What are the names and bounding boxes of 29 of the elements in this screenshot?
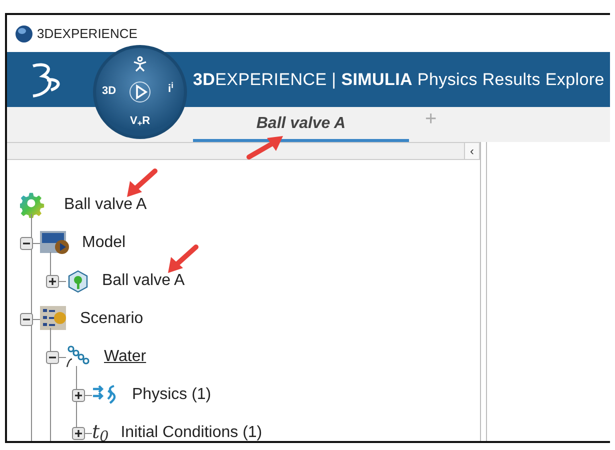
model-icon [40, 230, 70, 256]
compass-label: V$_{+}$R [130, 116, 150, 127]
collapse-toggle[interactable] [20, 236, 33, 250]
expand-toggle[interactable] [46, 274, 59, 288]
tree-item[interactable]: Water [104, 345, 146, 369]
window-title: 3DEXPERIENCE [37, 24, 138, 43]
tree-item[interactable]: Physics (1) [132, 383, 212, 407]
chain-icon [66, 345, 92, 369]
compass-label: i$^{i}$ [168, 84, 174, 95]
expand-toggle[interactable] [72, 388, 85, 402]
compass-control[interactable]: 3D i$^{i}$ V$_{+}$R [93, 45, 187, 139]
compass-label: 3D [102, 86, 116, 97]
gear-icon [20, 192, 46, 218]
workflow-icon [40, 306, 68, 332]
cube-icon [66, 269, 90, 293]
tree-item[interactable]: Scenario [80, 307, 144, 331]
globe-icon [15, 24, 33, 42]
expand-toggle[interactable] [72, 426, 85, 440]
tree-item[interactable]: Ball valve A [102, 269, 185, 293]
play-icon [129, 81, 151, 103]
collapse-panel-button[interactable]: ‹ [464, 143, 479, 159]
time-icon: t$_{0}$ [92, 420, 109, 441]
collapse-toggle[interactable] [46, 350, 59, 364]
tree-item[interactable]: Model [82, 231, 126, 255]
collapse-toggle[interactable] [20, 312, 33, 326]
tree-item[interactable]: Ball valve A [64, 193, 147, 217]
tree-item[interactable]: Initial Conditions (1) [120, 421, 262, 441]
app-title: 3DEXPERIENCE | SIMULIA Physics Results Explore [193, 70, 604, 89]
figure-icon [132, 56, 148, 72]
